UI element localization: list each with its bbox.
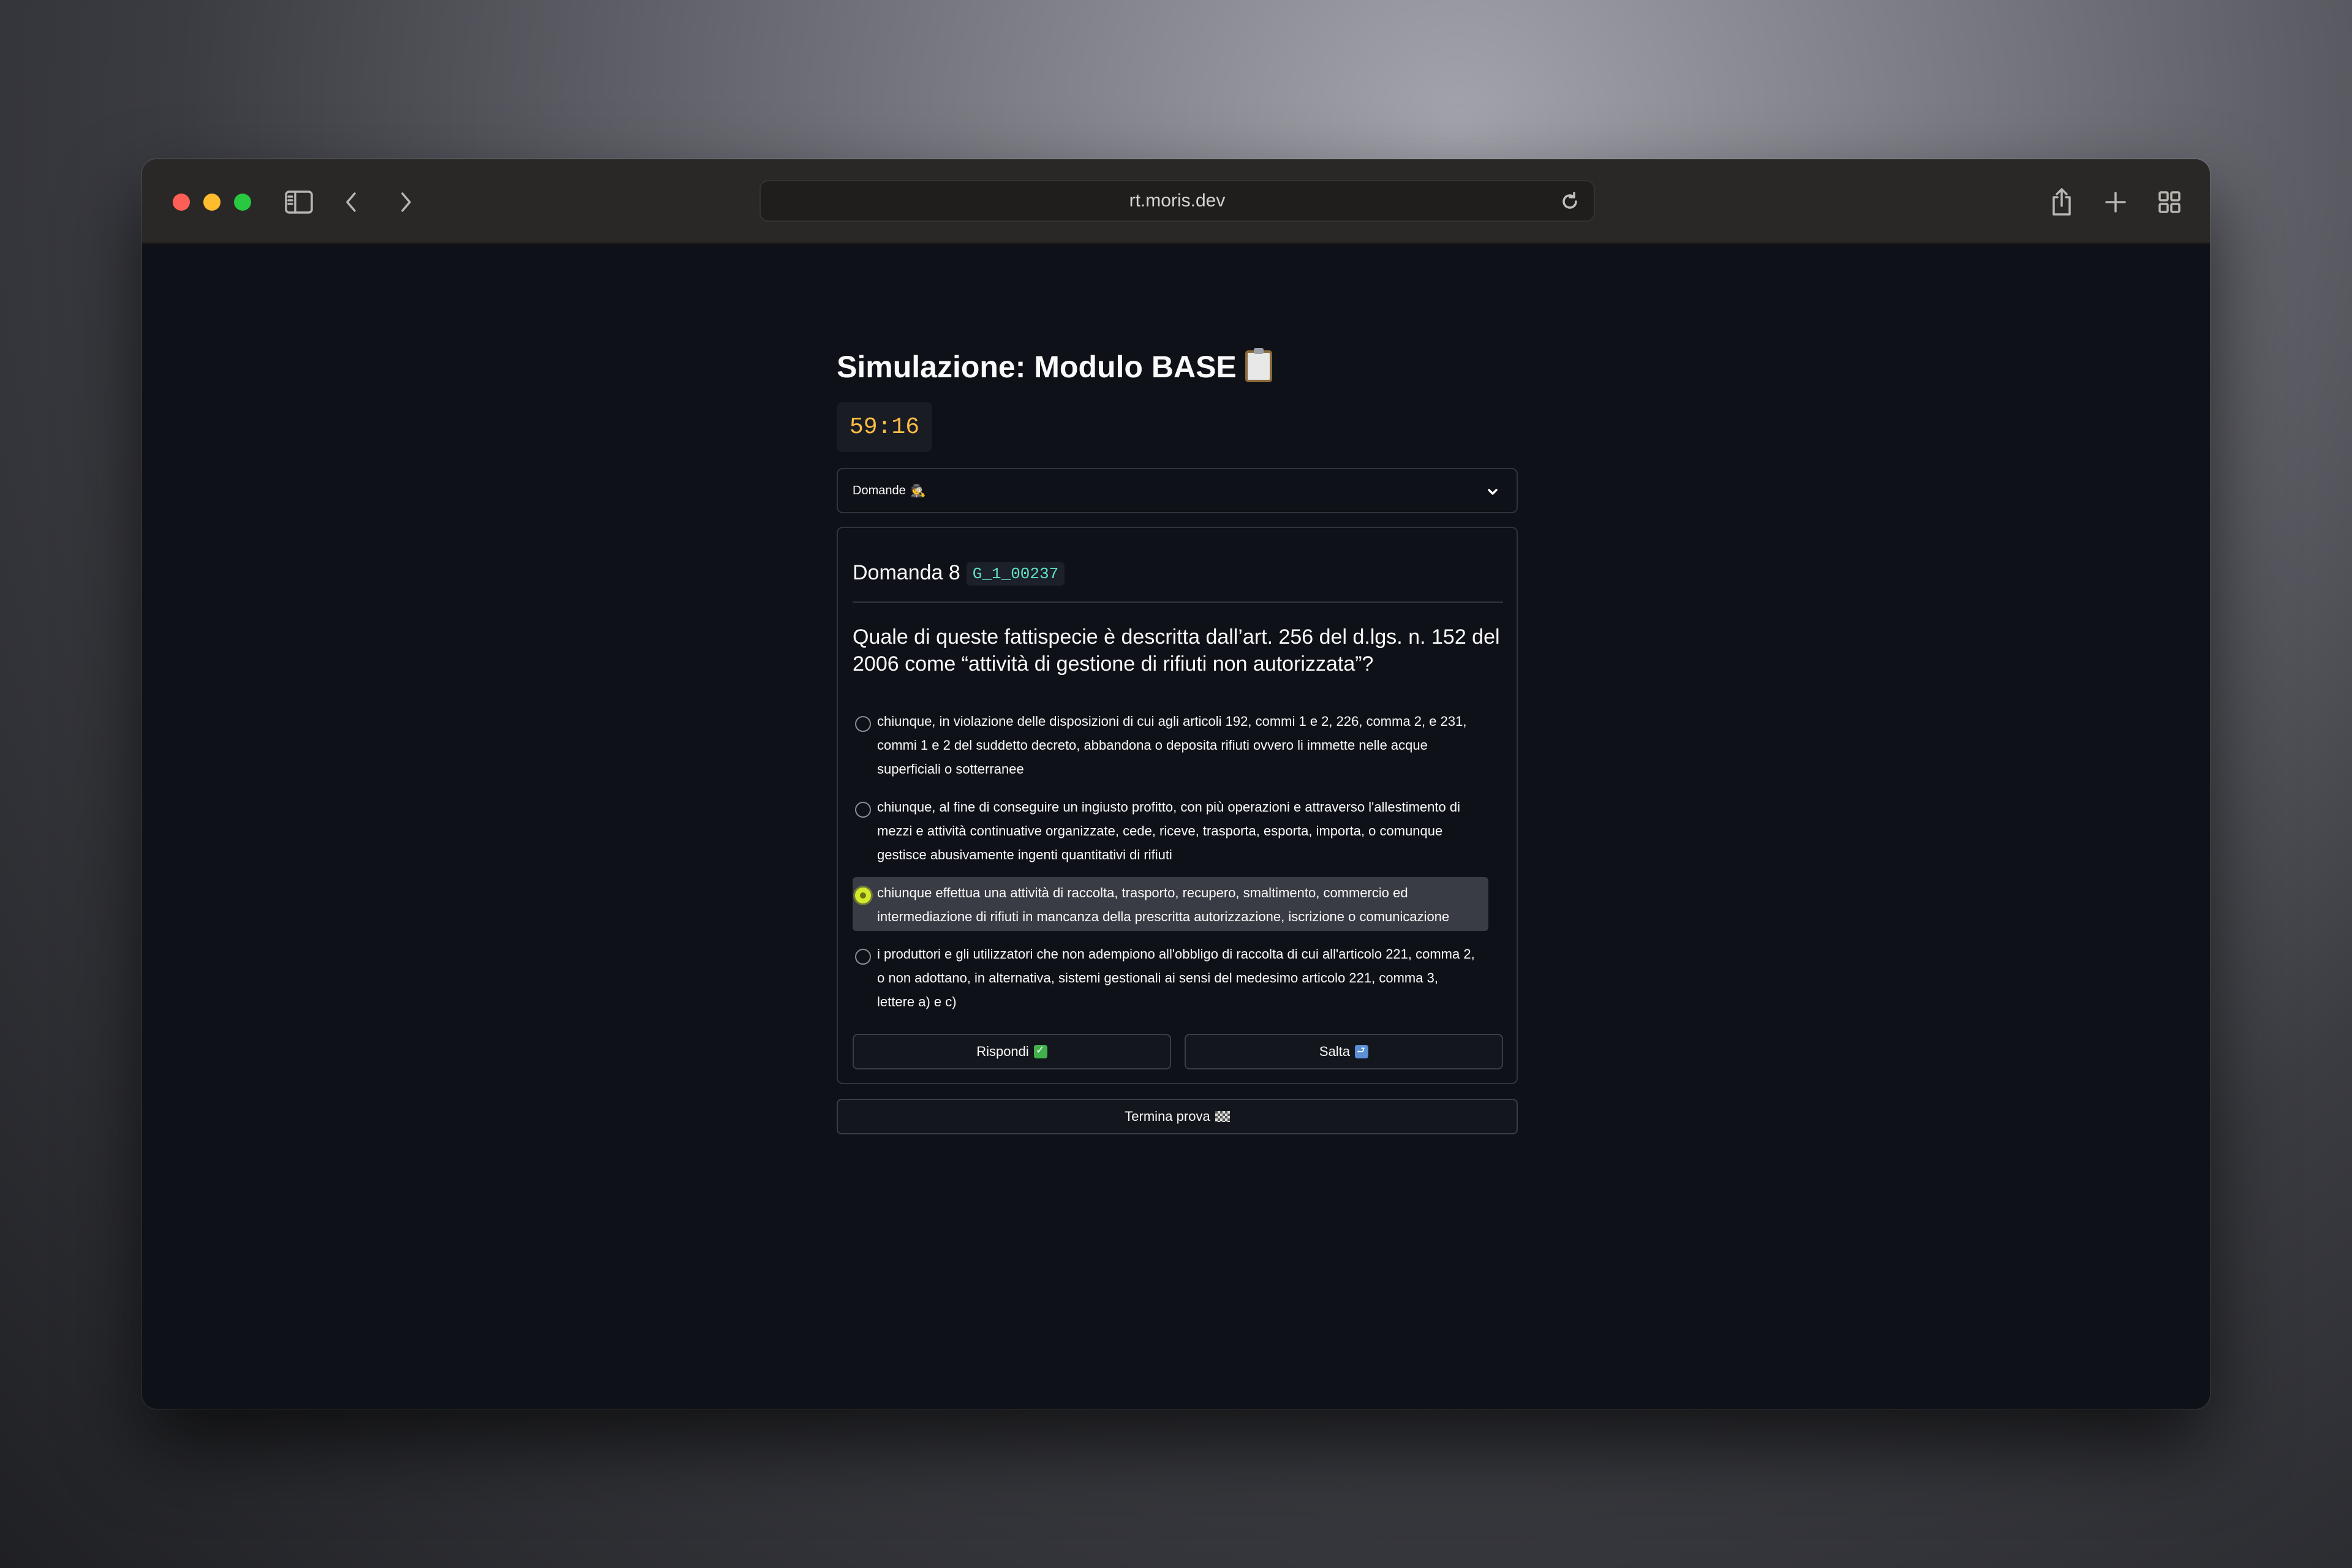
answer-button-label: Rispondi — [976, 1044, 1029, 1059]
countdown-timer: 59:16 — [837, 402, 932, 452]
question-number: Domanda 8 — [853, 561, 960, 584]
chevron-down-icon — [1486, 485, 1499, 499]
browser-window: rt.moris.dev Simulazione: Modulo BASE 59… — [142, 159, 2210, 1409]
option-text: i produttori e gli utilizzatori che non … — [877, 946, 1475, 1009]
sidebar-toggle-icon[interactable] — [281, 184, 317, 221]
checkered-flag-icon — [1215, 1111, 1230, 1122]
tab-overview-icon[interactable] — [2151, 184, 2188, 221]
detective-icon: 🕵 — [910, 484, 926, 498]
forward-icon[interactable] — [387, 184, 424, 221]
answer-button[interactable]: Rispondi — [853, 1034, 1171, 1069]
question-card: Domanda 8 G_1_00237 Quale di queste fatti… — [837, 527, 1518, 1084]
finish-button-label: Termina prova — [1125, 1109, 1210, 1124]
radio-button[interactable] — [855, 716, 871, 732]
answer-option-selected[interactable]: chiunque effettua una attività di raccol… — [853, 877, 1488, 931]
new-tab-icon[interactable] — [2097, 184, 2134, 221]
divider — [853, 601, 1503, 603]
page-content: Simulazione: Modulo BASE 59:16 Domande 🕵… — [142, 244, 2210, 1409]
radio-button[interactable] — [855, 949, 871, 965]
check-mark-icon — [1033, 1044, 1047, 1058]
radio-button[interactable] — [855, 802, 871, 818]
expander-label: Domande — [853, 483, 906, 497]
answer-option[interactable]: chiunque, in violazione delle disposizio… — [853, 706, 1488, 783]
answer-option[interactable]: chiunque, al fine di conseguire un ingiu… — [853, 791, 1488, 869]
minimize-window-button[interactable] — [203, 194, 221, 211]
question-header: Domanda 8 G_1_00237 — [853, 561, 1065, 586]
radio-button-selected[interactable] — [855, 888, 871, 903]
return-arrow-icon — [1355, 1044, 1369, 1060]
questions-expander[interactable]: Domande 🕵 — [837, 468, 1518, 513]
answer-option[interactable]: i produttori e gli utilizzatori che non … — [853, 938, 1488, 1016]
page-title: Simulazione: Modulo BASE — [837, 348, 1272, 385]
skip-button[interactable]: Salta — [1185, 1034, 1503, 1069]
share-icon[interactable] — [2043, 184, 2080, 221]
url-text: rt.moris.dev — [1129, 190, 1226, 211]
question-code: G_1_00237 — [966, 562, 1065, 586]
clipboard-icon — [1245, 348, 1272, 382]
finish-test-button[interactable]: Termina prova — [837, 1099, 1518, 1134]
skip-button-label: Salta — [1319, 1044, 1351, 1059]
option-text: chiunque effettua una attività di raccol… — [877, 885, 1450, 924]
option-text: chiunque, in violazione delle disposizio… — [877, 714, 1467, 777]
option-text: chiunque, al fine di conseguire un ingiu… — [877, 799, 1460, 862]
page-title-text: Simulazione: Modulo BASE — [837, 350, 1237, 384]
reload-icon[interactable] — [1559, 191, 1580, 212]
address-bar[interactable]: rt.moris.dev — [760, 180, 1595, 222]
maximize-window-button[interactable] — [234, 194, 251, 211]
close-window-button[interactable] — [173, 194, 190, 211]
question-text: Quale di queste fattispecie è descritta … — [853, 625, 1500, 676]
browser-toolbar: rt.moris.dev — [142, 159, 2210, 244]
back-icon[interactable] — [333, 184, 370, 221]
